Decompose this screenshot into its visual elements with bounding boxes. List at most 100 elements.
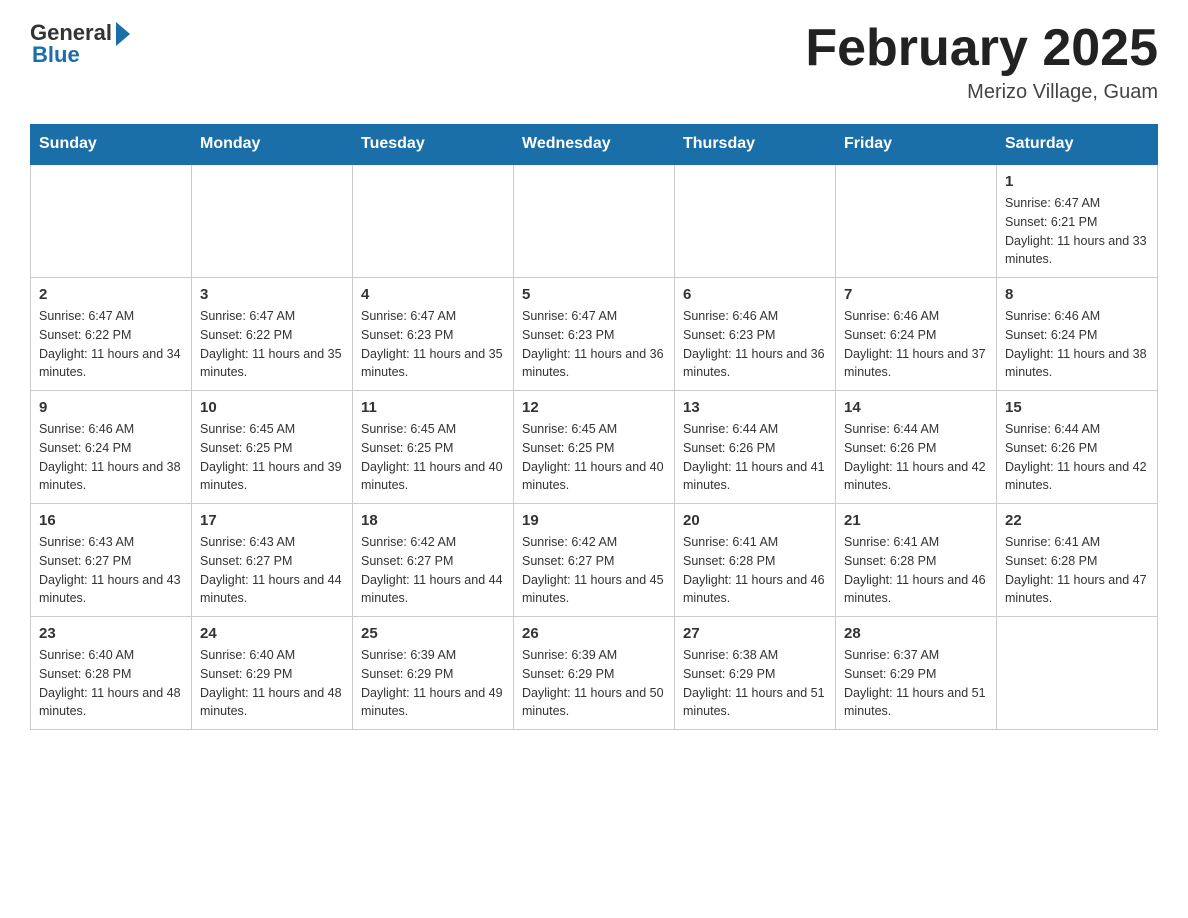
day-number: 13 [683, 399, 827, 416]
day-info: Sunrise: 6:47 AMSunset: 6:22 PMDaylight:… [200, 307, 344, 382]
day-number: 12 [522, 399, 666, 416]
day-number: 8 [1005, 286, 1149, 303]
day-number: 20 [683, 512, 827, 529]
calendar-cell: 11 Sunrise: 6:45 AMSunset: 6:25 PMDayligh… [353, 391, 514, 504]
calendar-cell: 10 Sunrise: 6:45 AMSunset: 6:25 PMDayligh… [192, 391, 353, 504]
day-number: 1 [1005, 173, 1149, 190]
day-number: 17 [200, 512, 344, 529]
day-number: 10 [200, 399, 344, 416]
logo: General Blue [30, 20, 130, 68]
calendar-cell: 15Sunrise: 6:44 AMSunset: 6:26 PMDayligh… [997, 391, 1158, 504]
calendar-cell: 19 Sunrise: 6:42 AMSunset: 6:27 PMDayligh… [514, 504, 675, 617]
day-info: Sunrise: 6:43 AMSunset: 6:27 PMDaylight:… [39, 533, 183, 608]
day-info: Sunrise: 6:44 AMSunset: 6:26 PMDaylight:… [683, 420, 827, 495]
day-info: Sunrise: 6:47 AMSunset: 6:23 PMDaylight:… [522, 307, 666, 382]
title-section: February 2025 Merizo Village, Guam [805, 20, 1158, 104]
day-header-sunday: Sunday [31, 125, 192, 165]
calendar-cell [192, 164, 353, 278]
day-header-monday: Monday [192, 125, 353, 165]
day-info: Sunrise: 6:45 AMSunset: 6:25 PMDaylight:… [361, 420, 505, 495]
day-info: Sunrise: 6:42 AMSunset: 6:27 PMDaylight:… [522, 533, 666, 608]
day-number: 5 [522, 286, 666, 303]
calendar-cell: 22 Sunrise: 6:41 AMSunset: 6:28 PMDayligh… [997, 504, 1158, 617]
day-number: 16 [39, 512, 183, 529]
day-info: Sunrise: 6:40 AMSunset: 6:29 PMDaylight:… [200, 646, 344, 721]
day-info: Sunrise: 6:39 AMSunset: 6:29 PMDaylight:… [361, 646, 505, 721]
calendar-cell: 8 Sunrise: 6:46 AMSunset: 6:24 PMDaylight… [997, 278, 1158, 391]
day-info: Sunrise: 6:40 AMSunset: 6:28 PMDaylight:… [39, 646, 183, 721]
calendar-cell [997, 617, 1158, 730]
day-info: Sunrise: 6:46 AMSunset: 6:23 PMDaylight:… [683, 307, 827, 382]
day-info: Sunrise: 6:41 AMSunset: 6:28 PMDaylight:… [1005, 533, 1149, 608]
day-number: 6 [683, 286, 827, 303]
calendar-cell: 26 Sunrise: 6:39 AMSunset: 6:29 PMDayligh… [514, 617, 675, 730]
calendar-cell: 5 Sunrise: 6:47 AMSunset: 6:23 PMDaylight… [514, 278, 675, 391]
day-number: 3 [200, 286, 344, 303]
calendar-cell: 18 Sunrise: 6:42 AMSunset: 6:27 PMDayligh… [353, 504, 514, 617]
day-number: 23 [39, 625, 183, 642]
day-info: Sunrise: 6:44 AMSunset: 6:26 PMDaylight:… [1005, 420, 1149, 495]
calendar-cell: 13 Sunrise: 6:44 AMSunset: 6:26 PMDayligh… [675, 391, 836, 504]
calendar-cell [31, 164, 192, 278]
day-number: 7 [844, 286, 988, 303]
day-number: 22 [1005, 512, 1149, 529]
page-header: General Blue February 2025 Merizo Villag… [30, 20, 1158, 104]
day-number: 26 [522, 625, 666, 642]
day-header-thursday: Thursday [675, 125, 836, 165]
day-number: 19 [522, 512, 666, 529]
calendar-cell: 20 Sunrise: 6:41 AMSunset: 6:28 PMDayligh… [675, 504, 836, 617]
calendar-cell: 24 Sunrise: 6:40 AMSunset: 6:29 PMDayligh… [192, 617, 353, 730]
calendar-cell: 6 Sunrise: 6:46 AMSunset: 6:23 PMDaylight… [675, 278, 836, 391]
calendar-cell: 7 Sunrise: 6:46 AMSunset: 6:24 PMDaylight… [836, 278, 997, 391]
day-header-wednesday: Wednesday [514, 125, 675, 165]
day-info: Sunrise: 6:45 AMSunset: 6:25 PMDaylight:… [200, 420, 344, 495]
calendar-cell: 23 Sunrise: 6:40 AMSunset: 6:28 PMDayligh… [31, 617, 192, 730]
calendar-cell: 9 Sunrise: 6:46 AMSunset: 6:24 PMDaylight… [31, 391, 192, 504]
day-info: Sunrise: 6:37 AMSunset: 6:29 PMDaylight:… [844, 646, 988, 721]
day-header-friday: Friday [836, 125, 997, 165]
day-number: 27 [683, 625, 827, 642]
calendar-cell: 27 Sunrise: 6:38 AMSunset: 6:29 PMDayligh… [675, 617, 836, 730]
calendar-week-row: 16 Sunrise: 6:43 AMSunset: 6:27 PMDayligh… [31, 504, 1158, 617]
day-info: Sunrise: 6:47 AMSunset: 6:23 PMDaylight:… [361, 307, 505, 382]
calendar-week-row: 2 Sunrise: 6:47 AMSunset: 6:22 PMDaylight… [31, 278, 1158, 391]
calendar-cell: 2 Sunrise: 6:47 AMSunset: 6:22 PMDaylight… [31, 278, 192, 391]
day-info: Sunrise: 6:46 AMSunset: 6:24 PMDaylight:… [1005, 307, 1149, 382]
calendar-cell [514, 164, 675, 278]
day-info: Sunrise: 6:47 AMSunset: 6:22 PMDaylight:… [39, 307, 183, 382]
calendar-cell: 25 Sunrise: 6:39 AMSunset: 6:29 PMDayligh… [353, 617, 514, 730]
calendar-cell: 14Sunrise: 6:44 AMSunset: 6:26 PMDayligh… [836, 391, 997, 504]
calendar-cell: 17Sunrise: 6:43 AMSunset: 6:27 PMDayligh… [192, 504, 353, 617]
day-info: Sunrise: 6:44 AMSunset: 6:26 PMDaylight:… [844, 420, 988, 495]
day-info: Sunrise: 6:38 AMSunset: 6:29 PMDaylight:… [683, 646, 827, 721]
day-header-tuesday: Tuesday [353, 125, 514, 165]
day-header-saturday: Saturday [997, 125, 1158, 165]
day-info: Sunrise: 6:41 AMSunset: 6:28 PMDaylight:… [683, 533, 827, 608]
day-info: Sunrise: 6:42 AMSunset: 6:27 PMDaylight:… [361, 533, 505, 608]
day-number: 24 [200, 625, 344, 642]
calendar-cell: 28 Sunrise: 6:37 AMSunset: 6:29 PMDayligh… [836, 617, 997, 730]
calendar-week-row: 23 Sunrise: 6:40 AMSunset: 6:28 PMDayligh… [31, 617, 1158, 730]
logo-blue-text: Blue [32, 42, 80, 68]
calendar-cell: 16 Sunrise: 6:43 AMSunset: 6:27 PMDayligh… [31, 504, 192, 617]
calendar-cell: 3 Sunrise: 6:47 AMSunset: 6:22 PMDaylight… [192, 278, 353, 391]
day-number: 28 [844, 625, 988, 642]
calendar-cell: 12Sunrise: 6:45 AMSunset: 6:25 PMDayligh… [514, 391, 675, 504]
day-number: 11 [361, 399, 505, 416]
day-number: 25 [361, 625, 505, 642]
day-info: Sunrise: 6:39 AMSunset: 6:29 PMDaylight:… [522, 646, 666, 721]
calendar-header-row: SundayMondayTuesdayWednesdayThursdayFrid… [31, 125, 1158, 165]
day-number: 2 [39, 286, 183, 303]
calendar-cell [353, 164, 514, 278]
day-info: Sunrise: 6:46 AMSunset: 6:24 PMDaylight:… [844, 307, 988, 382]
day-info: Sunrise: 6:46 AMSunset: 6:24 PMDaylight:… [39, 420, 183, 495]
day-number: 18 [361, 512, 505, 529]
day-number: 9 [39, 399, 183, 416]
calendar-week-row: 1 Sunrise: 6:47 AMSunset: 6:21 PMDaylight… [31, 164, 1158, 278]
location-subtitle: Merizo Village, Guam [805, 81, 1158, 104]
calendar-cell [675, 164, 836, 278]
calendar-week-row: 9 Sunrise: 6:46 AMSunset: 6:24 PMDaylight… [31, 391, 1158, 504]
day-info: Sunrise: 6:47 AMSunset: 6:21 PMDaylight:… [1005, 194, 1149, 269]
day-number: 21 [844, 512, 988, 529]
logo-arrow-icon [116, 22, 130, 46]
